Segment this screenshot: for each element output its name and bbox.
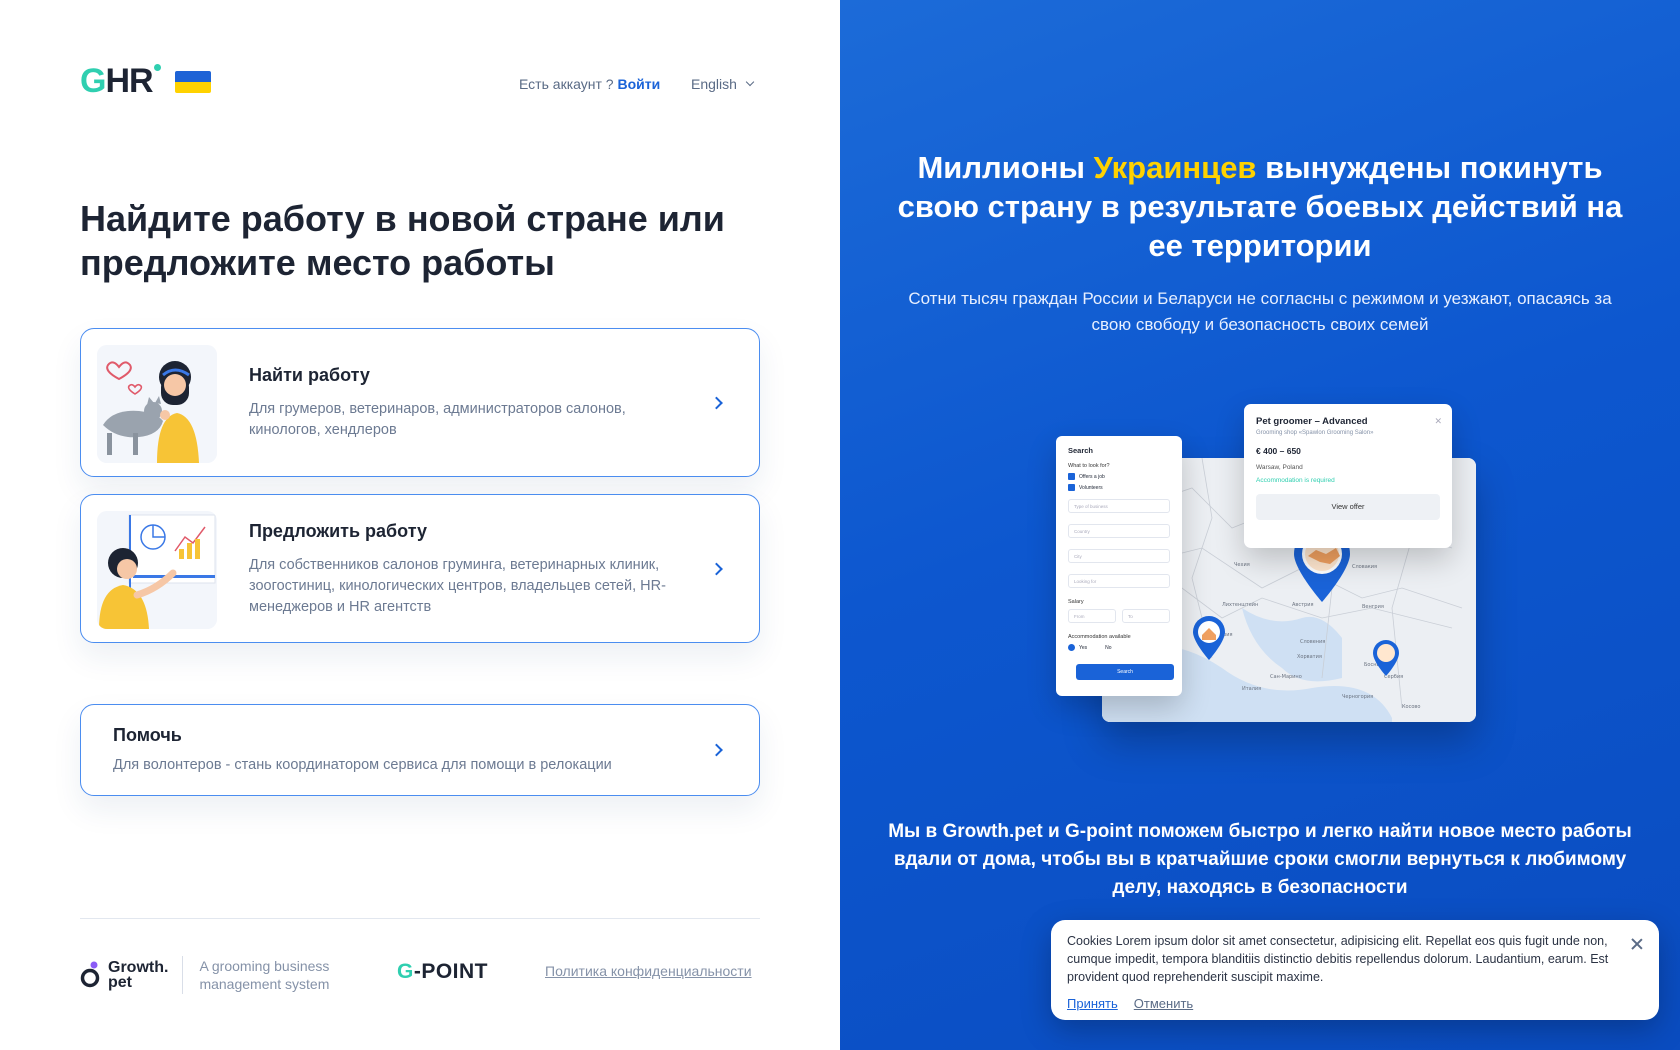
search-panel-preview: Search What to look for? Offers a job Vo… bbox=[1056, 436, 1182, 696]
chevron-down-icon bbox=[745, 77, 755, 87]
privacy-policy-link[interactable]: Политика конфиденциальности bbox=[545, 963, 752, 979]
card-description: Для волонтеров - стань координатором сер… bbox=[113, 757, 612, 773]
svg-text:Италия: Италия bbox=[1242, 686, 1261, 692]
chevron-right-icon bbox=[710, 743, 723, 757]
card-title: Помочь bbox=[113, 725, 182, 745]
card-title: Найти работу bbox=[249, 365, 370, 385]
cookie-accept-button[interactable]: Принять bbox=[1067, 996, 1118, 1011]
find-job-card[interactable]: Найти работу Для грумеров, ветеринаров, … bbox=[80, 328, 760, 477]
woman-at-whiteboard-illustration bbox=[97, 511, 217, 629]
account-question: Есть аккаунт ? bbox=[519, 76, 618, 92]
svg-text:Черногория: Черногория bbox=[1342, 694, 1373, 700]
headline-highlight: Украинцев bbox=[1093, 150, 1257, 185]
growth-pet-tagline: A grooming business management system bbox=[199, 958, 330, 992]
ghr-logo[interactable]: G HR bbox=[80, 62, 211, 101]
right-subtitle: Сотни тысяч граждан России и Беларуси не… bbox=[908, 289, 1612, 334]
chevron-right-icon bbox=[710, 396, 723, 409]
language-select[interactable]: English bbox=[691, 76, 755, 92]
gpoint-logo[interactable]: G-POINT bbox=[397, 960, 488, 984]
login-link[interactable]: Войти bbox=[617, 76, 660, 92]
growth-pet-logo-icon bbox=[80, 961, 100, 989]
svg-text:Хорватия: Хорватия bbox=[1297, 654, 1322, 660]
woman-with-cat-illustration bbox=[97, 345, 217, 463]
left-panel: G HR Есть аккаунт ? Войти English Найдит… bbox=[0, 0, 840, 1050]
right-headline: Миллионы Украинцев вынуждены покинуть св… bbox=[897, 150, 1623, 263]
offer-job-card[interactable]: Предложить работу Для собственников сало… bbox=[80, 494, 760, 643]
growth-pet-name: Growth. pet bbox=[108, 959, 169, 991]
svg-text:Словения: Словения bbox=[1300, 639, 1325, 645]
logo-hr: HR bbox=[105, 62, 153, 100]
language-label: English bbox=[691, 76, 737, 92]
cookie-banner: Cookies Lorem ipsum dolor sit amet conse… bbox=[1051, 920, 1659, 1020]
card-description: Для собственников салонов груминга, вете… bbox=[249, 557, 666, 615]
logo-dot bbox=[153, 64, 161, 71]
help-card[interactable]: Помочь Для волонтеров - стань координато… bbox=[80, 704, 760, 796]
right-panel: Миллионы Украинцев вынуждены покинуть св… bbox=[840, 0, 1680, 1050]
logo-g: G bbox=[80, 62, 106, 100]
close-icon[interactable] bbox=[1631, 938, 1643, 950]
right-bottom-text: Мы в Growth.pet и G-point поможем быстро… bbox=[888, 821, 1632, 898]
footer-divider bbox=[80, 918, 760, 919]
svg-text:Лихтенштейн: Лихтенштейн bbox=[1222, 601, 1258, 608]
svg-text:Сан-Марино: Сан-Марино bbox=[1270, 674, 1302, 680]
svg-text:Словакия: Словакия bbox=[1352, 564, 1377, 570]
growth-pet-brand[interactable]: Growth. pet A grooming business manageme… bbox=[80, 956, 339, 994]
ukraine-flag-icon bbox=[174, 70, 211, 93]
brand-separator bbox=[182, 956, 184, 994]
close-icon: ✕ bbox=[1434, 416, 1442, 426]
svg-text:Австрия: Австрия bbox=[1292, 602, 1313, 608]
svg-text:Венгрия: Венгрия bbox=[1362, 604, 1384, 610]
chevron-right-icon bbox=[710, 562, 723, 575]
offer-card-preview: Pet groomer – Advanced Grooming shop «Sp… bbox=[1244, 404, 1452, 548]
svg-text:Чехия: Чехия bbox=[1234, 562, 1250, 568]
card-title: Предложить работу bbox=[249, 521, 427, 541]
cookie-cancel-button[interactable]: Отменить bbox=[1134, 996, 1193, 1011]
card-description: Для грумеров, ветеринаров, администратор… bbox=[249, 401, 626, 438]
account-prompt: Есть аккаунт ? Войти bbox=[519, 76, 660, 92]
cookie-text: Cookies Lorem ipsum dolor sit amet conse… bbox=[1067, 934, 1609, 984]
svg-text:Косово: Косово bbox=[1402, 704, 1420, 710]
page-title: Найдите работу в новой стране или предло… bbox=[80, 198, 725, 283]
